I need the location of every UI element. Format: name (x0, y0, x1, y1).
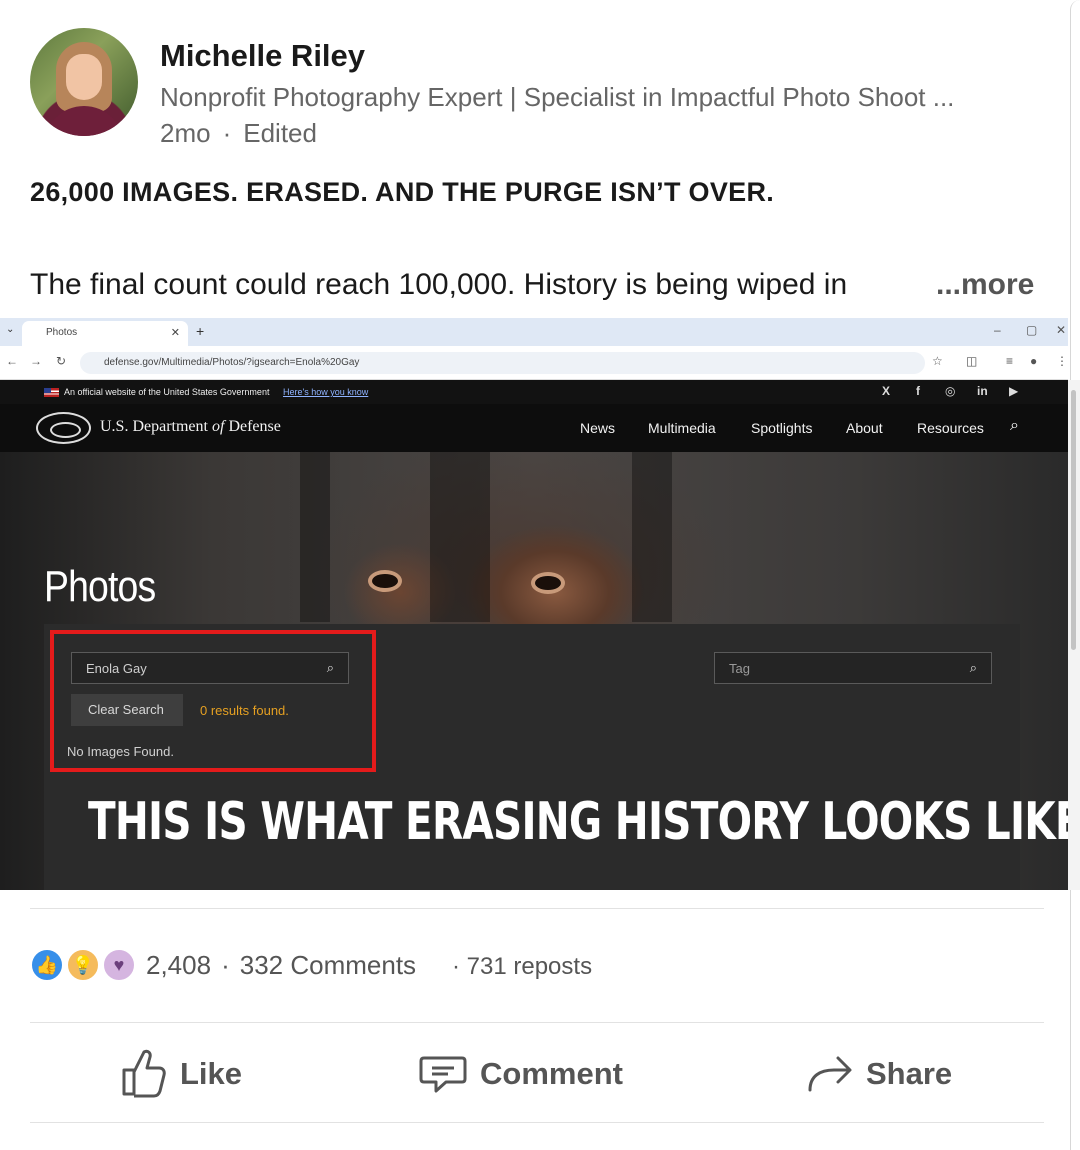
facebook-icon: f (916, 384, 920, 398)
back-icon: ← (6, 354, 18, 368)
engagement-counts: 2,408 · 332 Comments (146, 950, 417, 980)
pentagon-seal-icon (36, 412, 91, 444)
linkedin-icon: in (977, 384, 988, 398)
post-headline: 26,000 IMAGES. ERASED. AND THE PURGE ISN… (30, 177, 775, 207)
post-time: 2mo (160, 118, 211, 148)
new-tab-icon: + (196, 323, 205, 339)
browser-tabbar: ⌄ Photos ✕ + – ▢ ✕ (0, 318, 1068, 346)
site-title: U.S. Department of Defense (100, 418, 281, 435)
site-navbar: U.S. Department of Defense News Multimed… (0, 404, 1068, 452)
comment-count[interactable]: 332 Comments (240, 950, 416, 980)
x-social-icon: X (882, 384, 891, 398)
divider (30, 1122, 1044, 1123)
bookmark-star-icon: ☆ (932, 354, 943, 368)
nav-spotlights: Spotlights (751, 420, 813, 436)
hero-banner: Photos Enola Gay ⌕ Tag ⌕ Clear Search 0 … (0, 452, 1068, 890)
post-body: The final count could reach 100,000. His… (30, 268, 848, 301)
reaction-count[interactable]: 2,408 (146, 950, 211, 980)
thumbs-up-icon (122, 1049, 166, 1098)
author-avatar[interactable] (30, 28, 138, 136)
post-image[interactable]: ⌄ Photos ✕ + – ▢ ✕ ← → ↻ defense.gov/Mul… (0, 318, 1068, 890)
gov-banner: An official website of the United States… (0, 380, 1068, 404)
youtube-icon: ▶ (1009, 384, 1019, 398)
profile-icon: ● (1030, 354, 1038, 368)
author-name[interactable]: Michelle Riley (160, 38, 365, 74)
repost-count[interactable]: · 731 reposts (452, 953, 592, 981)
author-headline: Nonprofit Photography Expert | Specialis… (160, 82, 955, 112)
extensions-icon: ◫ (966, 354, 978, 368)
search-panel: Enola Gay ⌕ Tag ⌕ Clear Search 0 results… (44, 624, 1068, 890)
page-title: Photos (44, 562, 156, 611)
page-scrollbar[interactable] (1068, 380, 1080, 890)
red-highlight-box (50, 630, 376, 772)
tab-list-icon: ⌄ (6, 324, 15, 335)
tab-title: Photos (46, 327, 78, 338)
post-meta: 2mo · Edited (160, 118, 317, 148)
share-arrow-icon (808, 1056, 852, 1092)
insightful-icon: 💡 (66, 948, 100, 982)
scrollbar-thumb[interactable] (1071, 390, 1076, 650)
nav-multimedia: Multimedia (648, 420, 716, 436)
photo-eye (535, 576, 561, 590)
like-label: Like (180, 1056, 243, 1091)
url-field: defense.gov/Multimedia/Photos/?igsearch=… (80, 352, 925, 374)
divider (30, 908, 1044, 909)
tag-placeholder: Tag (729, 661, 750, 676)
site-search-icon: ⌕ (1010, 417, 1019, 434)
browser-tab: Photos ✕ (22, 321, 188, 346)
restore-icon: ▢ (1026, 323, 1038, 337)
us-flag-icon (44, 388, 59, 397)
like-button[interactable]: Like (120, 1046, 260, 1100)
nav-news: News (580, 420, 616, 436)
see-more-link[interactable]: ...more (936, 268, 1034, 302)
search-icon: ⌕ (969, 660, 977, 675)
instagram-icon: ◎ (945, 384, 956, 398)
tag-search-input: Tag ⌕ (714, 652, 992, 684)
photo-eye (372, 574, 398, 588)
like-icon: 👍 (30, 948, 64, 982)
nav-about: About (846, 420, 883, 436)
reload-icon: ↻ (56, 354, 67, 368)
sidebar-icon: ≡ (1006, 354, 1014, 368)
gov-banner-link: Here's how you know (283, 387, 369, 397)
forward-icon: → (30, 354, 42, 368)
comment-button[interactable]: Comment (418, 1046, 628, 1100)
nav-resources: Resources (917, 420, 984, 436)
gov-banner-text: An official website of the United States… (64, 387, 270, 397)
comment-icon (419, 1056, 467, 1093)
share-button[interactable]: Share (806, 1046, 966, 1100)
close-tab-icon: ✕ (170, 327, 180, 339)
minimize-icon: – (994, 323, 1001, 337)
overlay-caption: THIS IS WHAT ERASING HISTORY LOOKS LIKE. (88, 792, 1068, 852)
menu-icon: ⋮ (1056, 354, 1068, 368)
share-label: Share (866, 1056, 953, 1091)
edited-label: Edited (243, 118, 317, 148)
close-window-icon: ✕ (1056, 323, 1067, 337)
comment-label: Comment (480, 1056, 623, 1091)
browser-addressbar: ← → ↻ defense.gov/Multimedia/Photos/?igs… (0, 346, 1068, 380)
divider (30, 1022, 1044, 1023)
support-icon: ♥ (102, 948, 136, 982)
